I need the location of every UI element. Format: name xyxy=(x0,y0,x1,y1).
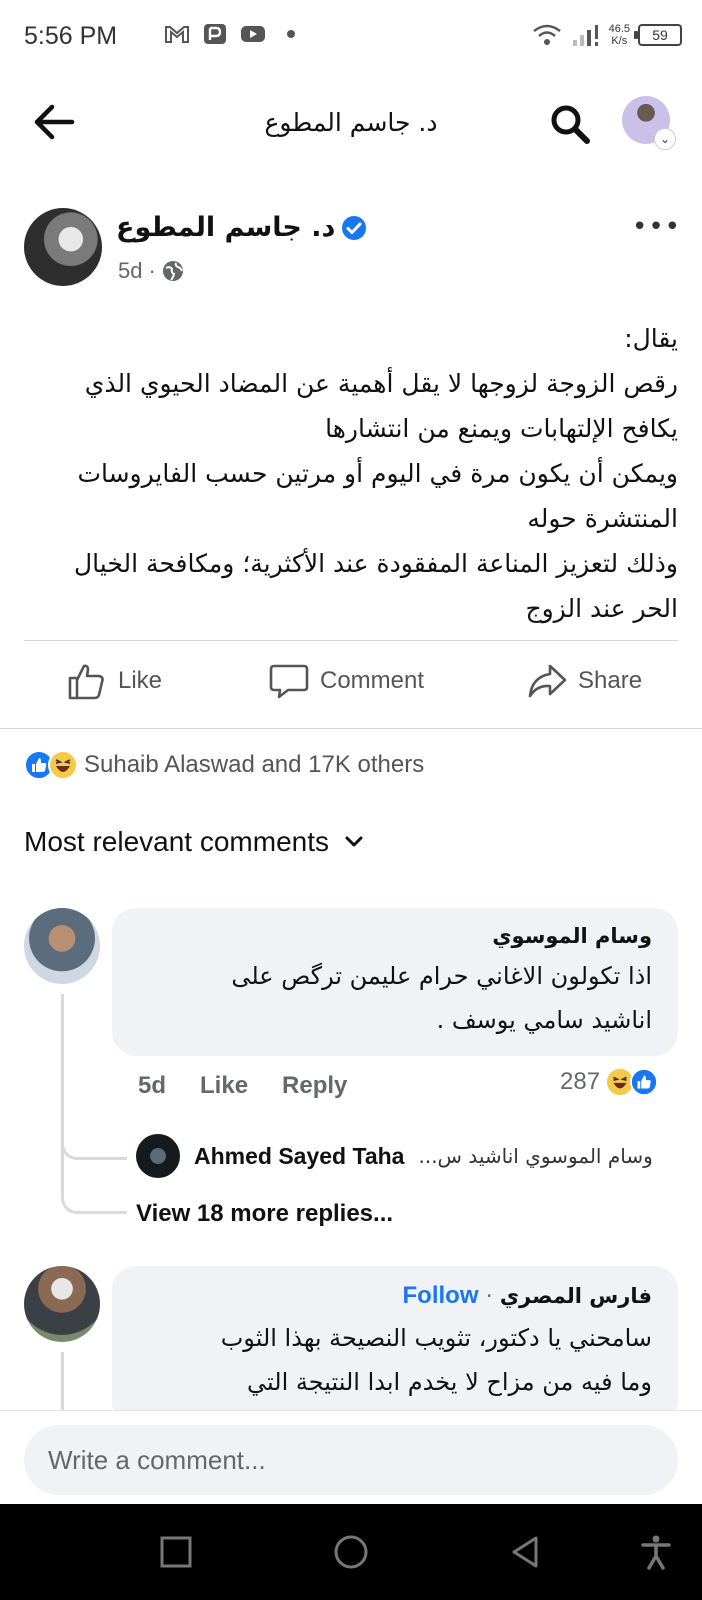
profile-menu-button[interactable]: ⌄ xyxy=(622,96,676,150)
page-header: د. جاسم المطوع ⌄ xyxy=(0,90,702,154)
post-meta: 5d · xyxy=(118,258,184,284)
comment-button[interactable]: Comment xyxy=(268,660,424,702)
like-button[interactable]: Like xyxy=(66,660,162,702)
reactions-summary[interactable]: Suhaib Alaswad and 17K others xyxy=(24,750,424,780)
post-line: يقال: xyxy=(624,324,678,353)
comment-line: سامحني يا دكتور، تثويب النصيحة بهذا الثو… xyxy=(220,1324,652,1352)
comment-input[interactable]: Write a comment... xyxy=(24,1425,678,1495)
post-line: رقص الزوجة لزوجها لا يقل أهمية عن المضاد… xyxy=(84,369,678,398)
like-reaction-icon xyxy=(630,1068,659,1096)
share-button[interactable]: Share xyxy=(526,660,642,702)
post-line: الحر عند الزوج xyxy=(525,594,678,623)
notification-icons xyxy=(164,22,304,46)
post-author-avatar[interactable] xyxy=(24,208,102,286)
comment-line: اناشيد سامي يوسف . xyxy=(436,1006,652,1034)
meta-separator: · xyxy=(485,1284,493,1308)
youtube-icon xyxy=(241,26,265,42)
pinterest-icon xyxy=(204,24,226,44)
post-text: يقال: رقص الزوجة لزوجها لا يقل أهمية عن … xyxy=(30,316,678,631)
comment-bubble: وسام الموسوي اذا تكولون الاغاني حرام علي… xyxy=(112,908,678,1056)
reaction-icons xyxy=(24,750,78,780)
post-line: ويمكن أن يكون مرة في اليوم أو مرتين حسب … xyxy=(77,459,678,488)
share-icon xyxy=(528,664,567,698)
battery-indicator: 59 xyxy=(634,24,682,46)
speed-value: 46.5 xyxy=(608,23,630,35)
status-bar: 5:56 PM 46.5 K/s 59 xyxy=(0,0,702,72)
comment-reply-button[interactable]: Reply xyxy=(282,1072,347,1100)
comment-composer: Write a comment... xyxy=(0,1410,702,1504)
comment-label: Comment xyxy=(320,667,425,694)
haha-reaction-icon xyxy=(48,750,78,780)
share-label: Share xyxy=(578,667,643,694)
post-line: وذلك لتعزيز المناعة المفقودة عند الأكثري… xyxy=(74,549,678,578)
network-speed: 46.5 K/s xyxy=(609,23,630,47)
view-more-replies-link[interactable]: View 18 more replies... xyxy=(136,1200,393,1228)
dot-icon xyxy=(287,30,295,38)
meta-separator: · xyxy=(148,258,156,283)
accessibility-icon[interactable] xyxy=(636,1532,676,1572)
comment-author-avatar[interactable] xyxy=(24,908,100,984)
thumbs-up-icon xyxy=(68,664,104,700)
globe-icon xyxy=(162,261,183,281)
thread-connector xyxy=(61,1190,127,1214)
reply-snippet: وسام الموسوي اناشيد س... xyxy=(418,1144,653,1168)
comment-author-avatar[interactable] xyxy=(24,1266,100,1342)
comment-like-button[interactable]: Like xyxy=(200,1072,248,1100)
page-title: د. جاسم المطوع xyxy=(264,108,438,137)
wifi-icon xyxy=(532,24,561,45)
sort-label: Most relevant comments xyxy=(24,826,329,857)
follow-button[interactable]: Follow xyxy=(403,1282,479,1309)
comment-reaction-count[interactable]: 287 xyxy=(560,1068,659,1096)
comment-time: 5d xyxy=(138,1072,167,1099)
post-author-name[interactable]: د. جاسم المطوع xyxy=(116,212,335,243)
comment-actions: 5d Like Reply xyxy=(138,1072,347,1100)
comment-line: اذا تكولون الاغاني حرام عليمن ترگص على xyxy=(231,962,652,990)
post-line: المنتشرة حوله xyxy=(527,504,678,533)
status-time: 5:56 PM xyxy=(24,22,118,50)
gmail-icon xyxy=(165,26,189,43)
reply-author-avatar xyxy=(136,1134,180,1178)
reply-author-name: Ahmed Sayed Taha xyxy=(194,1142,405,1169)
comment-line: وما فيه من مزاح لا يخدم ابدا النتيجة الت… xyxy=(247,1368,652,1396)
reply-preview[interactable]: Ahmed Sayed Taha وسام الموسوي اناشيد س..… xyxy=(136,1134,686,1178)
comment-sort-dropdown[interactable]: Most relevant comments xyxy=(24,826,365,858)
post-author[interactable]: د. جاسم المطوع xyxy=(116,212,367,243)
thread-line xyxy=(61,1352,64,1410)
comment-bubble: فارس المصري · Follow سامحني يا دكتور، تث… xyxy=(112,1266,678,1426)
thread-line xyxy=(61,994,64,1194)
speed-unit: K/s xyxy=(611,35,628,47)
verified-badge-icon xyxy=(342,215,367,240)
reactions-text: Suhaib Alaswad and 17K others xyxy=(84,751,425,778)
comment-text: اذا تكولون الاغاني حرام عليمن ترگص على ا… xyxy=(138,954,652,1042)
system-icons: 46.5 K/s 59 xyxy=(531,22,682,48)
thread-connector xyxy=(61,1130,127,1160)
post-time[interactable]: 5d xyxy=(118,258,142,284)
post-line: يكافح الإلتهابات ويمنع من انتشارها xyxy=(325,414,678,443)
home-icon[interactable] xyxy=(331,1532,371,1572)
more-options-button[interactable]: ••• xyxy=(632,212,681,242)
comment-author-row: فارس المصري · Follow xyxy=(138,1282,652,1310)
divider xyxy=(24,640,678,641)
comment-text: سامحني يا دكتور، تثويب النصيحة بهذا الثو… xyxy=(138,1316,652,1404)
comment-icon xyxy=(269,664,309,699)
recent-apps-icon[interactable] xyxy=(156,1532,196,1572)
reaction-count: 287 xyxy=(560,1068,601,1095)
chevron-down-icon xyxy=(345,836,363,847)
system-navigation-bar xyxy=(0,1504,702,1600)
chevron-down-icon: ⌄ xyxy=(654,128,676,150)
like-label: Like xyxy=(118,667,163,694)
post-actions: Like Comment Share xyxy=(0,660,702,710)
search-icon[interactable] xyxy=(548,102,592,146)
comment-author-name[interactable]: فارس المصري xyxy=(500,1284,652,1308)
divider xyxy=(0,728,702,729)
comment-author-name[interactable]: وسام الموسوي xyxy=(138,924,652,948)
back-icon[interactable] xyxy=(506,1532,546,1572)
signal-icon xyxy=(572,25,598,46)
